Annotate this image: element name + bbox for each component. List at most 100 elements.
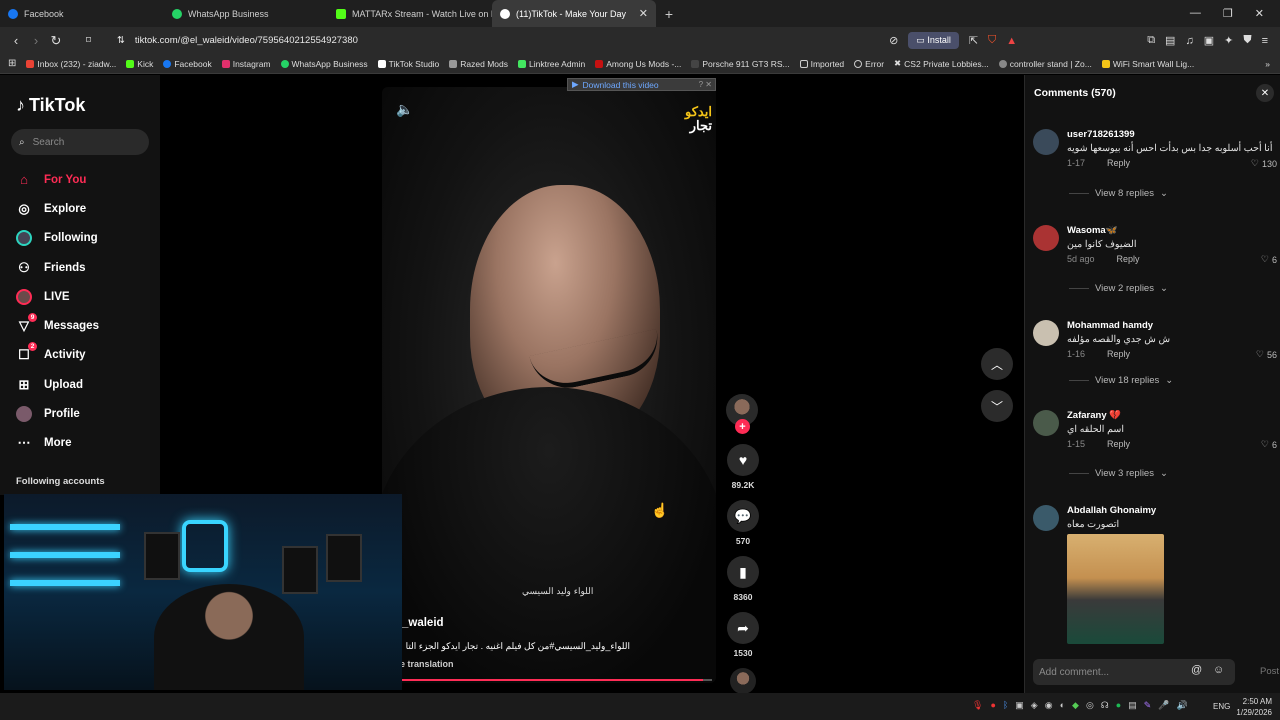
apps-grid-icon[interactable]: ⊞ bbox=[8, 58, 16, 69]
comment-like-button[interactable]: ♡ 6 bbox=[1261, 254, 1277, 265]
back-icon[interactable]: ‹ bbox=[6, 33, 26, 48]
reply-button[interactable]: Reply bbox=[1117, 254, 1140, 264]
search-input[interactable]: ⌕ Search bbox=[11, 129, 149, 155]
reply-button[interactable]: Reply bbox=[1107, 349, 1130, 359]
view-replies-button[interactable]: View 18 replies ⌄ bbox=[1069, 375, 1173, 386]
comment-username[interactable]: Zafarany 💔 bbox=[1067, 410, 1121, 421]
sidebar-item-live[interactable]: LIVE bbox=[16, 282, 99, 311]
comment-like-button[interactable]: ♡ 56 bbox=[1256, 349, 1277, 360]
microphone-icon[interactable]: 🎤 bbox=[1158, 700, 1169, 711]
bookmark-facebook[interactable]: Facebook bbox=[163, 59, 212, 69]
comment-input[interactable] bbox=[1033, 659, 1235, 685]
vpn-shield-icon[interactable]: ⛊ bbox=[1243, 34, 1251, 47]
video-progress-bar[interactable] bbox=[400, 679, 712, 681]
share-button[interactable]: ➦ bbox=[727, 612, 759, 644]
comment-username[interactable]: Abdallah Ghonaimy bbox=[1067, 505, 1156, 516]
comment-avatar[interactable] bbox=[1033, 225, 1059, 251]
bookmark-kick[interactable]: Kick bbox=[126, 59, 153, 69]
comment-photo[interactable] bbox=[1067, 534, 1164, 644]
sidebar-item-messages[interactable]: ▽ 9 Messages bbox=[16, 311, 99, 340]
sidebar-item-friends[interactable]: ⚇ Friends bbox=[16, 253, 99, 282]
app-tray-icon[interactable]: ◆ bbox=[1072, 700, 1079, 711]
new-tab-icon[interactable]: + bbox=[656, 6, 682, 22]
menu-icon[interactable]: ≡ bbox=[1262, 35, 1268, 47]
previous-video-button[interactable]: ︿ bbox=[981, 348, 1013, 380]
bookmark-error[interactable]: Error bbox=[854, 59, 884, 69]
app-tray-icon[interactable]: ◈ bbox=[1031, 700, 1038, 711]
view-replies-button[interactable]: View 2 replies ⌄ bbox=[1069, 283, 1168, 294]
bookmark-gmail[interactable]: Inbox (232) - ziadw... bbox=[26, 59, 116, 69]
headset-icon[interactable]: ☊ bbox=[1101, 700, 1109, 711]
tab-whatsapp[interactable]: WhatsApp Business bbox=[164, 0, 328, 27]
video-player[interactable]: 🔈 ايدكو تجار اللواء وليد السيسي bbox=[382, 87, 716, 683]
tab-facebook[interactable]: Facebook bbox=[0, 0, 164, 27]
clock[interactable]: 2:50 AM 1/29/2026 bbox=[1236, 696, 1272, 718]
close-comments-button[interactable]: ✕ bbox=[1256, 84, 1274, 102]
bookmark-porsche[interactable]: Porsche 911 GT3 RS... bbox=[691, 59, 790, 69]
app-tray-icon[interactable]: ◐ bbox=[1060, 700, 1065, 711]
tracking-icon[interactable]: ⊘ bbox=[889, 34, 898, 47]
close-tab-icon[interactable]: ✕ bbox=[639, 7, 648, 20]
app-tray-icon[interactable]: ▤ bbox=[1128, 700, 1137, 711]
comment-avatar[interactable] bbox=[1033, 320, 1059, 346]
spotify-icon[interactable]: ● bbox=[1116, 700, 1121, 711]
comment-username[interactable]: user718261399 bbox=[1067, 129, 1135, 140]
bookmark-cs2[interactable]: ✖ CS2 Private Lobbies... bbox=[894, 58, 989, 69]
wallet-icon[interactable]: ▣ bbox=[1204, 34, 1214, 47]
sidebar-icon[interactable]: ▤ bbox=[1165, 34, 1175, 47]
install-button[interactable]: ▭ Install bbox=[908, 32, 959, 49]
comment-username[interactable]: Mohammad hamdy bbox=[1067, 320, 1153, 331]
site-info-icon[interactable]: ⇅ bbox=[117, 35, 125, 46]
save-button[interactable]: ▮ bbox=[727, 556, 759, 588]
restore-icon[interactable]: ❐ bbox=[1223, 7, 1233, 20]
sidebar-item-for-you[interactable]: ⌂ For You bbox=[16, 165, 99, 194]
url-field[interactable]: ⌑ ⇅ tiktok.com/@el_waleid/video/75956402… bbox=[80, 30, 640, 52]
follow-plus-icon[interactable]: + bbox=[735, 419, 750, 434]
comment-like-button[interactable]: ♡ 130 bbox=[1251, 158, 1277, 169]
close-window-icon[interactable]: ✕ bbox=[1255, 7, 1264, 20]
tiktok-logo[interactable]: ♪ TikTok bbox=[16, 95, 85, 116]
tab-kick[interactable]: MATTARx Stream - Watch Live on Kick bbox=[328, 0, 492, 27]
view-replies-button[interactable]: View 8 replies ⌄ bbox=[1069, 188, 1168, 199]
comment-avatar[interactable] bbox=[1033, 129, 1059, 155]
speaker-icon[interactable]: 🔊 bbox=[1177, 700, 1188, 711]
comment-username[interactable]: Wasoma🦋 bbox=[1067, 225, 1118, 236]
comment-avatar[interactable] bbox=[1033, 410, 1059, 436]
comment-like-button[interactable]: ♡ 6 bbox=[1261, 439, 1277, 450]
volume-icon[interactable]: 🔈 bbox=[396, 101, 413, 118]
sidebar-item-profile[interactable]: Profile bbox=[16, 399, 99, 428]
app-tray-icon[interactable]: ✎ bbox=[1144, 700, 1152, 711]
reply-button[interactable]: Reply bbox=[1107, 158, 1130, 168]
download-video-bar[interactable]: ▶ Download this video ? ✕ bbox=[567, 78, 716, 91]
app-tray-icon[interactable]: ▣ bbox=[1015, 700, 1024, 711]
sidebar-item-explore[interactable]: ◎ Explore bbox=[16, 194, 99, 223]
app-tray-icon[interactable]: ◎ bbox=[1086, 700, 1094, 711]
forward-icon[interactable]: › bbox=[26, 33, 46, 48]
view-replies-button[interactable]: View 3 replies ⌄ bbox=[1069, 468, 1168, 479]
leo-ai-icon[interactable]: ✦ bbox=[1224, 34, 1233, 47]
reload-icon[interactable]: ↻ bbox=[46, 33, 66, 49]
reply-button[interactable]: Reply bbox=[1107, 439, 1130, 449]
bookmark-whatsapp[interactable]: WhatsApp Business bbox=[280, 59, 368, 69]
brave-shield-icon[interactable]: ⛉ bbox=[988, 34, 996, 47]
sidebar-item-activity[interactable]: ☐ 2 Activity bbox=[16, 341, 99, 370]
steam-icon[interactable]: ◉ bbox=[1045, 700, 1053, 711]
tab-tiktok[interactable]: (11)TikTok - Make Your Day ✕ bbox=[492, 0, 656, 27]
rewards-icon[interactable]: ▲ bbox=[1006, 35, 1017, 47]
bookmark-icon[interactable]: ⌑ bbox=[86, 35, 91, 46]
bookmark-linktree[interactable]: Linktree Admin bbox=[518, 59, 585, 69]
minimize-icon[interactable]: — bbox=[1190, 7, 1201, 20]
comment-avatar[interactable] bbox=[1033, 505, 1059, 531]
bookmark-tiktok-studio[interactable]: TikTok Studio bbox=[377, 59, 439, 69]
bookmark-imported[interactable]: Imported bbox=[799, 59, 844, 69]
share-icon[interactable]: ⇱ bbox=[969, 34, 978, 47]
emoji-icon[interactable]: ☺ bbox=[1213, 664, 1224, 676]
download-bar-close-icon[interactable]: ? ✕ bbox=[699, 80, 715, 89]
sidebar-item-following[interactable]: Following bbox=[16, 224, 99, 253]
record-icon[interactable]: ● bbox=[990, 700, 995, 711]
input-language[interactable]: ENG bbox=[1213, 702, 1230, 711]
post-button[interactable]: Post bbox=[1260, 666, 1279, 677]
next-video-button[interactable]: ﹀ bbox=[981, 390, 1013, 422]
bluetooth-icon[interactable]: ᛒ bbox=[1003, 700, 1008, 711]
more-bookmarks-icon[interactable]: » bbox=[1265, 59, 1280, 69]
